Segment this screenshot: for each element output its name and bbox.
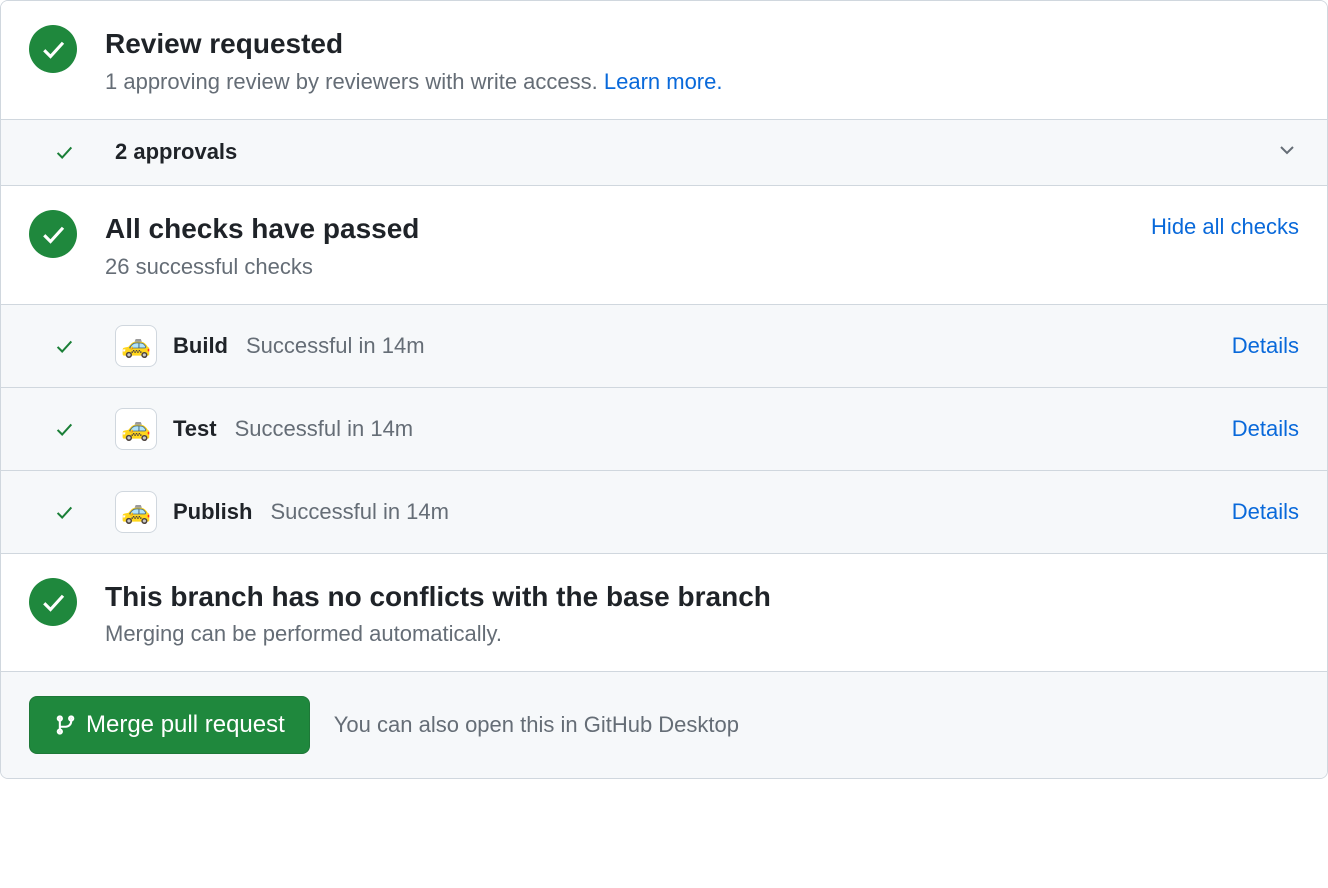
approvals-text: 2 approvals — [115, 139, 1275, 165]
review-body: Review requested 1 approving review by r… — [105, 25, 1299, 95]
status-success-icon — [29, 25, 77, 73]
check-row: 🚕 Build Successful in 14m Details — [1, 305, 1327, 388]
hide-all-checks-link[interactable]: Hide all checks — [1151, 210, 1299, 240]
conflicts-title: This branch has no conflicts with the ba… — [105, 578, 1299, 616]
check-name: Build — [173, 333, 228, 359]
status-success-icon — [29, 578, 77, 626]
check-status: Successful in 14m — [246, 333, 1232, 359]
check-details-link[interactable]: Details — [1232, 333, 1299, 359]
check-icon — [53, 418, 75, 440]
learn-more-link[interactable]: Learn more. — [604, 69, 723, 94]
checks-body: All checks have passed 26 successful che… — [105, 210, 1151, 280]
approvals-row[interactable]: 2 approvals — [1, 120, 1327, 186]
merge-pull-request-button[interactable]: Merge pull request — [29, 696, 310, 754]
check-row: 🚕 Test Successful in 14m Details — [1, 388, 1327, 471]
check-avatar: 🚕 — [115, 408, 157, 450]
merge-footer: Merge pull request You can also open thi… — [1, 672, 1327, 778]
merge-status-box: Review requested 1 approving review by r… — [0, 0, 1328, 779]
conflicts-body: This branch has no conflicts with the ba… — [105, 578, 1299, 648]
conflicts-subtitle: Merging can be performed automatically. — [105, 621, 1299, 647]
check-name: Test — [173, 416, 217, 442]
taxi-icon: 🚕 — [121, 417, 151, 441]
merge-button-label: Merge pull request — [86, 711, 285, 739]
check-row: 🚕 Publish Successful in 14m Details — [1, 471, 1327, 554]
review-subtitle-text: 1 approving review by reviewers with wri… — [105, 69, 604, 94]
taxi-icon: 🚕 — [121, 334, 151, 358]
footer-hint: You can also open this in GitHub Desktop — [334, 712, 739, 738]
review-section: Review requested 1 approving review by r… — [1, 1, 1327, 120]
checks-subtitle: 26 successful checks — [105, 254, 1151, 280]
review-title: Review requested — [105, 25, 1299, 63]
git-merge-icon — [54, 714, 76, 736]
conflicts-section: This branch has no conflicts with the ba… — [1, 554, 1327, 673]
check-icon — [53, 141, 75, 163]
checks-header: All checks have passed 26 successful che… — [1, 186, 1327, 305]
chevron-down-icon — [1275, 138, 1299, 167]
status-success-icon — [29, 210, 77, 258]
check-avatar: 🚕 — [115, 491, 157, 533]
check-status: Successful in 14m — [235, 416, 1232, 442]
check-icon — [53, 335, 75, 357]
checks-title: All checks have passed — [105, 210, 1151, 248]
check-name: Publish — [173, 499, 252, 525]
check-icon — [53, 501, 75, 523]
check-avatar: 🚕 — [115, 325, 157, 367]
check-details-link[interactable]: Details — [1232, 499, 1299, 525]
taxi-icon: 🚕 — [121, 500, 151, 524]
review-subtitle: 1 approving review by reviewers with wri… — [105, 69, 1299, 95]
check-details-link[interactable]: Details — [1232, 416, 1299, 442]
check-status: Successful in 14m — [270, 499, 1231, 525]
